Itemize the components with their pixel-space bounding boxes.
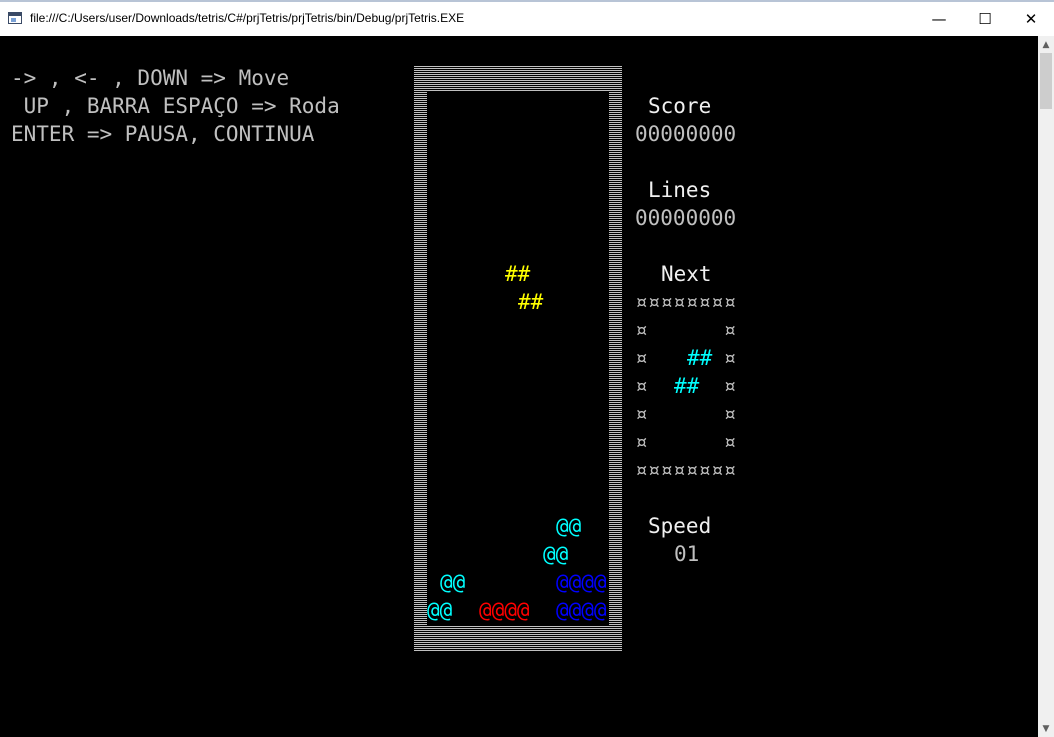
score-value: 00000000 bbox=[635, 122, 737, 146]
next-box-row: ¤ ¤ bbox=[635, 346, 737, 370]
close-button[interactable]: ✕ bbox=[1008, 2, 1054, 36]
next-box-row: ¤ ¤ bbox=[635, 318, 737, 342]
vertical-scrollbar[interactable]: ▲ ▼ bbox=[1038, 36, 1054, 737]
window-title: file:///C:/Users/user/Downloads/tetris/C… bbox=[30, 11, 465, 25]
speed-label: Speed bbox=[648, 514, 712, 538]
next-piece-row-1: ## bbox=[687, 346, 713, 370]
instructions-rotate: UP , BARRA ESPAÇO => Roda bbox=[11, 94, 340, 118]
next-box-row: ¤ ¤ bbox=[635, 402, 737, 426]
settled-block: @@ bbox=[556, 514, 582, 538]
next-box-row: ¤ ¤ bbox=[635, 430, 737, 454]
next-box-row: ¤¤¤¤¤¤¤¤ bbox=[635, 290, 737, 314]
settled-block: @@@@ bbox=[556, 570, 607, 594]
instructions-pause: ENTER => PAUSA, CONTINUA bbox=[11, 122, 315, 146]
maximize-button[interactable]: ☐ bbox=[962, 2, 1008, 36]
settled-block: @@ bbox=[543, 542, 569, 566]
falling-piece-row-2: ## bbox=[518, 290, 544, 314]
next-piece-row-2: ## bbox=[674, 374, 700, 398]
well-top-border bbox=[414, 66, 622, 92]
maximize-icon: ☐ bbox=[978, 10, 992, 28]
score-label: Score bbox=[648, 94, 712, 118]
scroll-thumb[interactable] bbox=[1040, 53, 1052, 109]
lines-label: Lines bbox=[648, 178, 712, 202]
speed-value: 01 bbox=[674, 542, 700, 566]
well-right-border bbox=[609, 92, 622, 626]
next-box-row: ¤¤¤¤¤¤¤¤ bbox=[635, 458, 737, 482]
minimize-button[interactable]: — bbox=[916, 2, 962, 36]
falling-piece-row-1: ## bbox=[505, 262, 531, 286]
window-title-bar[interactable]: file:///C:/Users/user/Downloads/tetris/C… bbox=[0, 0, 1054, 36]
scroll-up-arrow-icon[interactable]: ▲ bbox=[1038, 36, 1054, 53]
scroll-down-arrow-icon[interactable]: ▼ bbox=[1038, 720, 1054, 737]
settled-block: @@ bbox=[427, 598, 453, 622]
next-label: Next bbox=[661, 262, 712, 286]
console-app-icon bbox=[8, 12, 22, 24]
instructions-move: -> , <- , DOWN => Move bbox=[11, 66, 290, 90]
lines-value: 00000000 bbox=[635, 206, 737, 230]
settled-block: @@ bbox=[440, 570, 466, 594]
settled-block: @@@@ bbox=[479, 598, 530, 622]
minimize-icon: — bbox=[931, 10, 947, 28]
close-icon: ✕ bbox=[1024, 10, 1038, 28]
settled-block: @@@@ bbox=[556, 598, 607, 622]
well-bottom-border bbox=[414, 626, 622, 652]
well-left-border bbox=[414, 92, 427, 626]
